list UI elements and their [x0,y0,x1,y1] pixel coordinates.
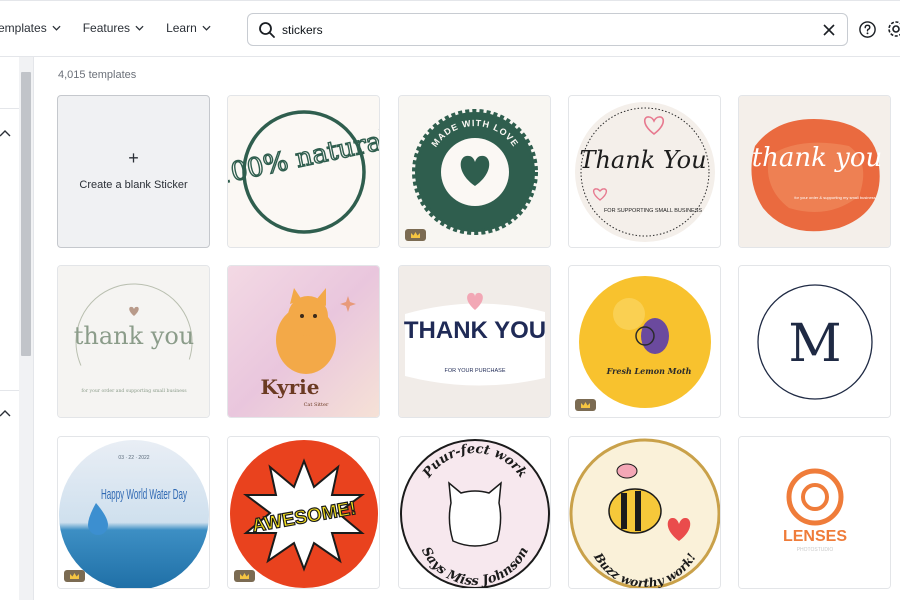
search-input[interactable] [282,20,802,40]
main-nav: Templates Features Learn [0,21,233,35]
template-card[interactable]: Fresh Lemon Moth [568,265,721,418]
template-subtitle: FOR SUPPORTING SMALL BUSINESS [604,208,702,214]
top-bar: Templates Features Learn [0,0,900,57]
search-icon [259,22,275,38]
chevron-down-icon [135,25,144,31]
nav-features[interactable]: Features [83,21,144,35]
template-card[interactable]: MADE WITH LOVE [398,95,551,248]
template-title: THANK YOU [404,317,546,344]
search-bar [247,13,848,46]
template-card[interactable]: Thank You FOR SUPPORTING SMALL BUSINESS [568,95,721,248]
create-blank-sticker-button[interactable]: + Create a blank Sticker [57,95,210,248]
template-thumbnail: Fresh Lemon Moth [569,266,720,417]
template-thumbnail: THANK YOU FOR YOUR PURCHASE [399,266,550,417]
template-thumbnail: Kyrie Cat Sitter [228,266,379,417]
crown-icon [581,402,590,408]
template-thumbnail: thank you for your order and supporting … [58,266,209,417]
template-thumbnail: 03 · 22 · 2022 Happy World Water Day [58,437,209,588]
close-icon[interactable] [821,22,837,38]
template-subtitle: FOR YOUR PURCHASE [444,368,505,374]
crown-icon [411,232,420,238]
filter-scrollbar-thumb[interactable] [21,72,31,356]
template-subtitle: Cat Sitter [304,402,329,408]
template-card[interactable]: Buzz worthy work! [568,436,721,589]
template-subtitle: 03 · 22 · 2022 [118,455,149,461]
template-thumbnail: Thank You FOR SUPPORTING SMALL BUSINESS [569,96,720,247]
template-subtitle: for your order and supporting small busi… [81,388,187,394]
create-blank-label: Create a blank Sticker [79,178,188,191]
template-title: LENSES [783,528,847,545]
template-card[interactable]: M [738,265,891,418]
template-thumbnail: 100% natural [228,96,379,247]
gear-icon[interactable] [886,19,900,39]
premium-badge [64,570,85,582]
template-card[interactable]: AWESOME! [227,436,380,589]
premium-badge [575,399,596,411]
premium-badge [405,229,426,241]
crown-icon [240,573,249,579]
template-thumbnail: AWESOME! [228,437,379,588]
template-thumbnail: Puur-fect work Says Miss Johnson [399,437,550,588]
nav-features-label: Features [82,21,131,35]
chevron-up-icon[interactable] [0,129,12,139]
template-card[interactable]: 03 · 22 · 2022 Happy World Water Day [57,436,210,589]
template-title: Happy World Water Day [101,486,187,503]
nav-templates-label: Templates [0,21,47,35]
template-title: Kyrie [261,375,320,399]
nav-learn-label: Learn [166,21,197,35]
template-title: Fresh Lemon Moth [606,366,692,376]
template-thumbnail: M [739,266,890,417]
filter-divider [0,390,19,391]
template-card[interactable]: thank you for your order and supporting … [57,265,210,418]
template-title: Thank You [579,146,706,174]
premium-badge [234,570,255,582]
template-subtitle: for your order & supporting my small bus… [794,195,875,200]
chevron-down-icon [52,25,61,31]
crown-icon [70,573,79,579]
template-thumbnail: MADE WITH LOVE [399,96,550,247]
template-thumbnail: Buzz worthy work! [569,437,720,588]
template-subtitle: PHOTOSTUDIO [797,547,834,553]
template-card[interactable]: Kyrie Cat Sitter [227,265,380,418]
template-card[interactable]: Puur-fect work Says Miss Johnson [398,436,551,589]
template-title: thank you [74,322,195,350]
plus-icon: + [128,147,139,168]
filter-divider [0,108,19,109]
template-card[interactable]: 100% natural [227,95,380,248]
results-count: 4,015 templates [58,69,137,81]
template-card[interactable]: THANK YOU FOR YOUR PURCHASE [398,265,551,418]
template-card[interactable]: thank you for your order & supporting my… [738,95,891,248]
nav-learn[interactable]: Learn [166,21,211,35]
template-card[interactable]: LENSES PHOTOSTUDIO [738,436,891,589]
help-icon[interactable] [858,20,877,39]
template-thumbnail: thank you for your order & supporting my… [739,96,890,247]
chevron-up-icon[interactable] [0,409,12,419]
template-title: thank you [752,143,883,173]
nav-templates[interactable]: Templates [0,21,61,35]
chevron-down-icon [202,25,211,31]
template-thumbnail: LENSES PHOTOSTUDIO [739,437,890,588]
template-title: M [788,314,841,374]
